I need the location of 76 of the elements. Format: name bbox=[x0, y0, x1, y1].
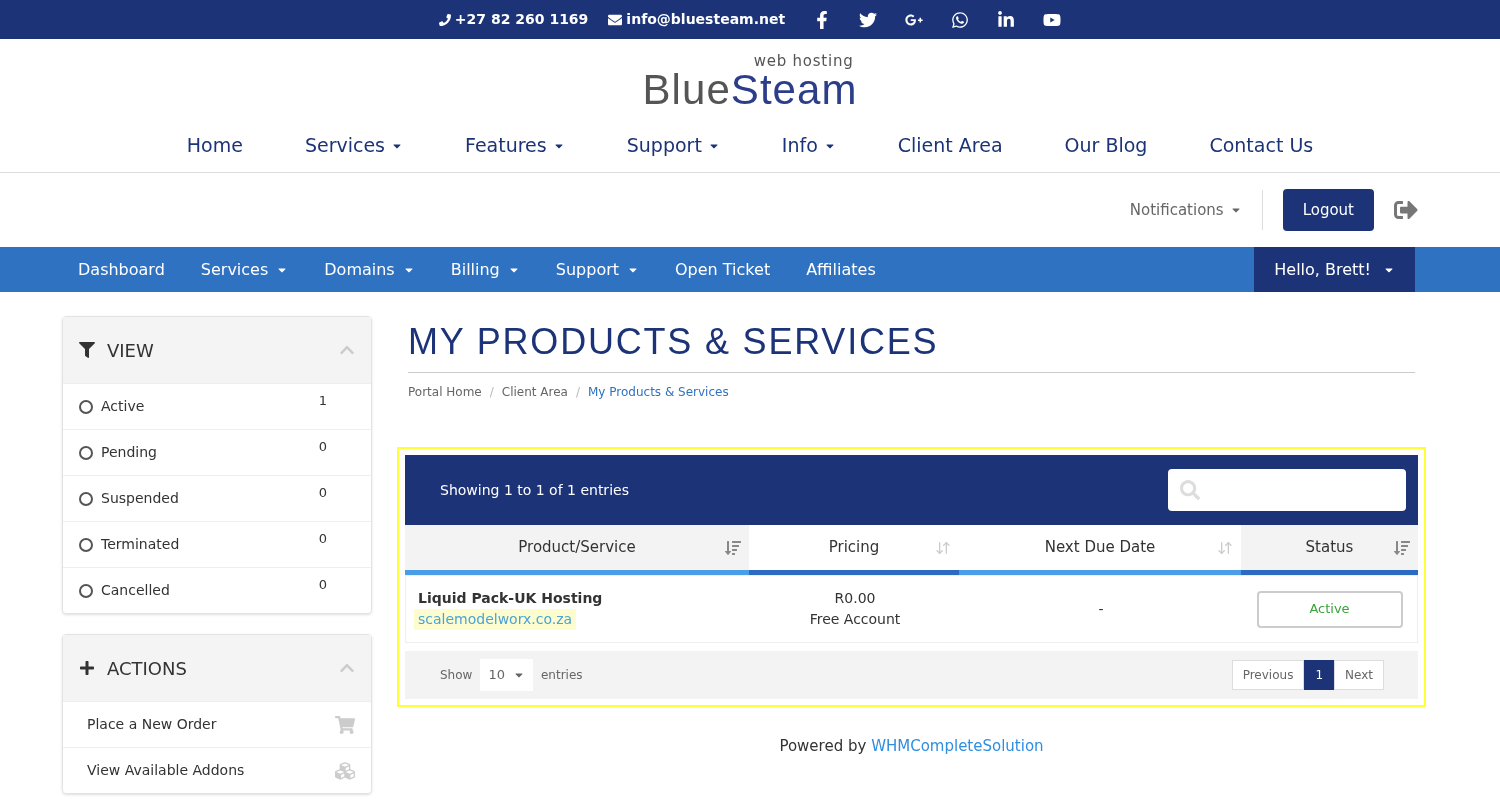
search-icon bbox=[1180, 480, 1200, 500]
search-field[interactable] bbox=[1168, 469, 1406, 511]
nav-link[interactable]: Home bbox=[186, 131, 243, 160]
nav-link[interactable]: Client Area bbox=[897, 131, 1003, 160]
status-label: Active bbox=[1256, 590, 1403, 628]
show-label: Show bbox=[440, 667, 473, 684]
breadcrumb-separator: / bbox=[489, 384, 494, 401]
phone-icon bbox=[438, 13, 451, 26]
panel-title: ACTIONS bbox=[107, 656, 188, 681]
email-icon bbox=[608, 12, 623, 27]
count: 0 bbox=[318, 483, 327, 502]
radio-button[interactable] bbox=[79, 583, 93, 598]
footer-text: Powered by WHMCompleteSolution bbox=[779, 737, 1044, 755]
radio-button[interactable] bbox=[79, 491, 93, 506]
client-nav-link[interactable]: Open Ticket bbox=[675, 257, 771, 282]
page-length-select[interactable]: 10 bbox=[480, 659, 533, 691]
linkedin-icon[interactable] bbox=[997, 10, 1016, 29]
pagination-button[interactable]: Next bbox=[1334, 660, 1384, 690]
breadcrumb-separator: / bbox=[575, 384, 580, 401]
count: 0 bbox=[318, 575, 327, 594]
logo[interactable]: web hosting BlueSteam bbox=[642, 54, 858, 111]
client-nav-link[interactable]: Dashboard bbox=[78, 257, 165, 282]
cart-icon bbox=[335, 714, 355, 735]
entries-info: Showing 1 to 1 of 1 entries bbox=[440, 480, 629, 500]
whatsapp-icon[interactable] bbox=[951, 10, 970, 29]
action-item[interactable]: View Available Addons bbox=[63, 747, 371, 793]
nav-link[interactable]: Features bbox=[465, 131, 565, 160]
count: 0 bbox=[318, 529, 327, 548]
breadcrumb-link[interactable]: Client Area bbox=[501, 383, 568, 401]
radio-button[interactable] bbox=[79, 445, 93, 460]
page-title: MY PRODUCTS & SERVICES bbox=[408, 324, 1415, 373]
radio-button[interactable] bbox=[79, 399, 93, 414]
phone-number[interactable]: +27 82 260 1169 bbox=[454, 9, 589, 30]
panel-header[interactable]: ACTIONS bbox=[63, 635, 371, 701]
pagination-button[interactable]: Previous bbox=[1231, 660, 1305, 690]
action-item[interactable]: Place a New Order bbox=[63, 701, 371, 747]
column-header[interactable]: Status bbox=[1241, 525, 1418, 575]
client-nav-link[interactable]: Billing bbox=[450, 257, 520, 282]
filter-item[interactable]: Terminated 0 bbox=[63, 521, 371, 567]
breadcrumb-link[interactable]: Portal Home bbox=[408, 383, 482, 401]
nav-link[interactable]: Our Blog bbox=[1064, 131, 1148, 160]
nav-link[interactable]: Support bbox=[626, 131, 720, 160]
user-menu[interactable]: Hello, Brett! bbox=[1254, 247, 1415, 292]
count: 0 bbox=[318, 437, 327, 456]
panel-header[interactable]: VIEW bbox=[63, 317, 371, 383]
entries-label: entries bbox=[540, 667, 583, 684]
nav-link[interactable]: Contact Us bbox=[1209, 131, 1314, 160]
panel-title: VIEW bbox=[107, 338, 155, 363]
pagination-button[interactable]: 1 bbox=[1304, 660, 1335, 690]
logout-icon[interactable] bbox=[1394, 198, 1418, 222]
twitter-icon[interactable] bbox=[859, 10, 878, 29]
filter-icon bbox=[79, 342, 95, 358]
nav-link[interactable]: Services bbox=[304, 131, 403, 160]
logout-button[interactable]: Logout bbox=[1282, 188, 1374, 232]
product-name: Liquid Pack-UK Hosting bbox=[418, 589, 603, 608]
email-link[interactable]: info@bluesteam.net bbox=[626, 9, 786, 30]
billing-cycle: Free Account bbox=[809, 610, 901, 629]
filter-item[interactable]: Cancelled 0 bbox=[63, 567, 371, 613]
client-nav-link[interactable]: Domains bbox=[324, 257, 415, 282]
column-header[interactable]: Product/Service bbox=[405, 525, 749, 575]
next-due-date: - bbox=[1097, 599, 1105, 619]
client-nav-link[interactable]: Services bbox=[200, 257, 289, 282]
radio-button[interactable] bbox=[79, 537, 93, 552]
plus-icon bbox=[79, 660, 95, 676]
nav-link[interactable]: Info bbox=[781, 131, 836, 160]
client-nav-link[interactable]: Affiliates bbox=[806, 257, 876, 282]
price: R0.00 bbox=[834, 589, 876, 608]
count: 1 bbox=[318, 391, 327, 410]
footer-link[interactable]: WHMCompleteSolution bbox=[871, 737, 1044, 755]
filter-item[interactable]: Pending 0 bbox=[63, 429, 371, 475]
filter-item[interactable]: Suspended 0 bbox=[63, 475, 371, 521]
notifications-dropdown[interactable]: Notifications bbox=[1129, 198, 1242, 222]
filter-item[interactable]: Active 1 bbox=[63, 383, 371, 429]
cubes-icon bbox=[335, 760, 355, 781]
breadcrumb-link[interactable]: My Products & Services bbox=[588, 383, 729, 401]
client-nav-link[interactable]: Support bbox=[555, 257, 639, 282]
